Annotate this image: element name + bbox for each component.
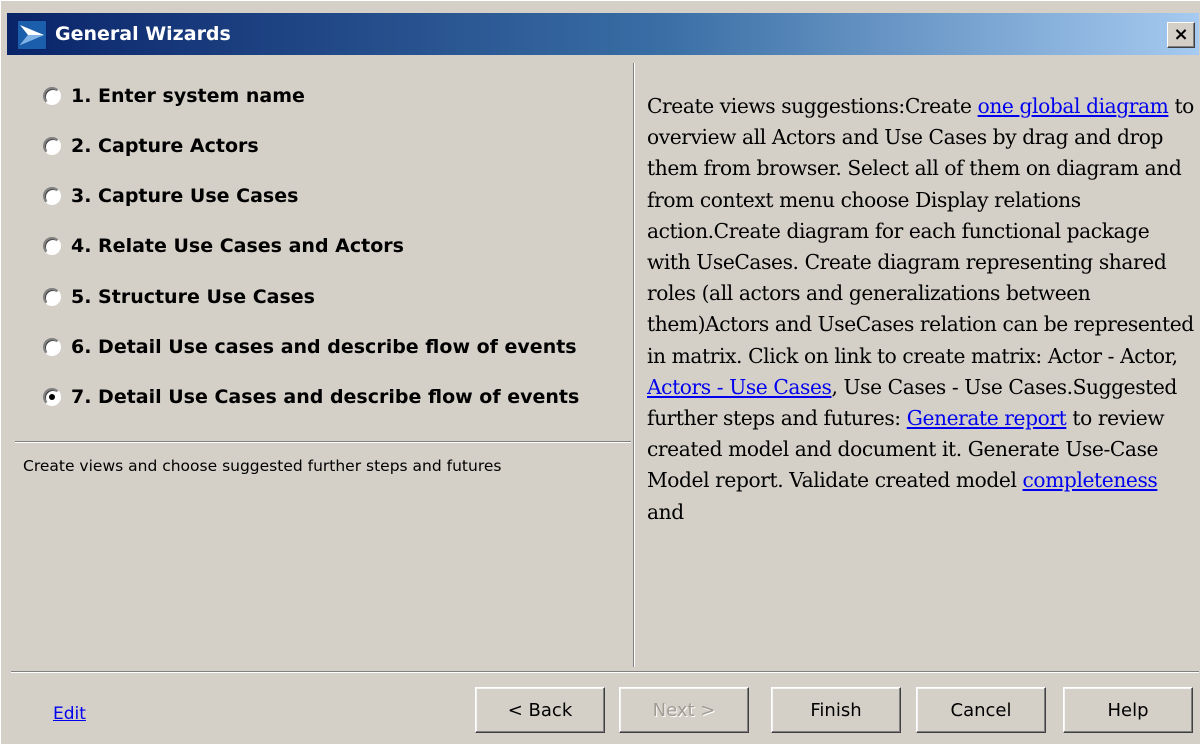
one-global-diagram-link[interactable]: one global diagram — [978, 94, 1169, 118]
step-label: 4. Relate Use Cases and Actors — [71, 235, 404, 257]
radio-button[interactable] — [43, 237, 61, 255]
wizard-steps-list: 1. Enter system name 2. Capture Actors 3… — [15, 63, 631, 441]
step-label: 5. Structure Use Cases — [71, 286, 315, 308]
step-1-radio[interactable]: 1. Enter system name — [43, 81, 305, 111]
magicdraw-logo-icon — [18, 21, 46, 49]
steps-divider — [15, 441, 631, 443]
radio-button[interactable] — [43, 288, 61, 306]
info-text: to overview all Actors and Use Cases by … — [647, 94, 1194, 368]
radio-button[interactable] — [43, 137, 61, 155]
finish-button[interactable]: Finish — [771, 687, 901, 733]
step-7-radio[interactable]: 7. Detail Use Cases and describe flow of… — [43, 382, 579, 412]
step-label: 7. Detail Use Cases and describe flow of… — [71, 386, 580, 408]
step-2-radio[interactable]: 2. Capture Actors — [43, 131, 259, 161]
step-4-radio[interactable]: 4. Relate Use Cases and Actors — [43, 231, 404, 261]
generate-report-link[interactable]: Generate report — [907, 406, 1067, 430]
back-button[interactable]: < Back — [475, 687, 605, 733]
step-6-radio[interactable]: 6. Detail Use cases and describe flow of… — [43, 332, 577, 362]
window-title: General Wizards — [55, 23, 231, 45]
general-wizards-dialog: General Wizards × 1. Enter system name 2… — [0, 0, 1200, 744]
radio-button[interactable] — [43, 187, 61, 205]
radio-button[interactable] — [43, 338, 61, 356]
app-icon — [17, 20, 47, 50]
edit-link[interactable]: Edit — [53, 704, 86, 724]
step-label: 1. Enter system name — [71, 85, 305, 107]
help-button[interactable]: Help — [1063, 687, 1193, 733]
step-3-radio[interactable]: 3. Capture Use Cases — [43, 181, 298, 211]
actors-use-cases-link[interactable]: Actors - Use Cases — [647, 375, 832, 399]
step-label: 2. Capture Actors — [71, 135, 259, 157]
step-description: Create views and choose suggested furthe… — [23, 457, 502, 475]
step-label: 3. Capture Use Cases — [71, 185, 299, 207]
info-text: and — [647, 499, 684, 524]
completeness-link[interactable]: completeness — [1023, 468, 1158, 492]
close-button[interactable]: × — [1167, 22, 1195, 48]
step-5-radio[interactable]: 5. Structure Use Cases — [43, 282, 315, 312]
radio-button-selected[interactable] — [43, 388, 61, 406]
footer-divider — [11, 671, 1199, 673]
info-text: Create views suggestions:Create — [647, 94, 978, 118]
step-label: 6. Detail Use cases and describe flow of… — [71, 336, 577, 358]
cancel-button[interactable]: Cancel — [916, 687, 1046, 733]
title-bar: General Wizards × — [7, 13, 1199, 55]
next-button: Next > — [619, 687, 749, 733]
panel-splitter[interactable] — [633, 63, 635, 667]
radio-button[interactable] — [43, 87, 61, 105]
step-info-text: Create views suggestions:Create one glob… — [647, 91, 1197, 528]
